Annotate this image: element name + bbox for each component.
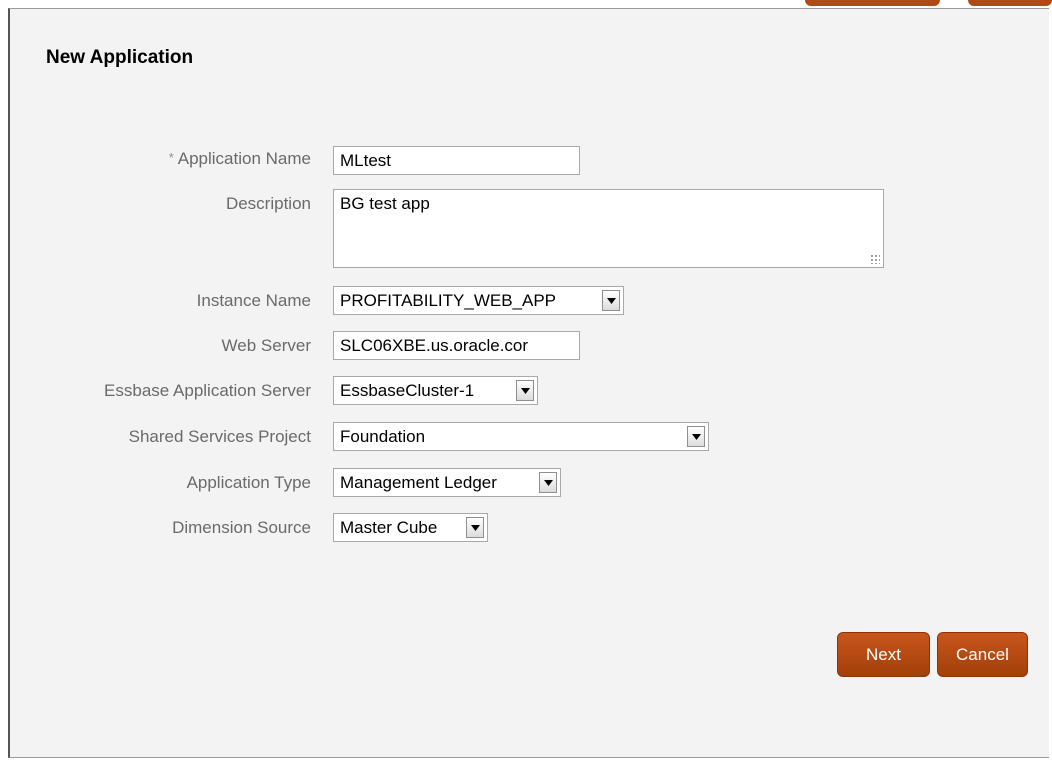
- application-type-label: Application Type: [186, 473, 311, 492]
- shared-services-project-select[interactable]: Foundation: [333, 422, 709, 451]
- cancel-button[interactable]: Cancel: [937, 632, 1028, 677]
- description-label: Description: [225, 194, 311, 213]
- chevron-down-icon[interactable]: [539, 472, 557, 493]
- essbase-server-select[interactable]: EssbaseCluster-1: [333, 376, 538, 405]
- dimension-source-value: Master Cube: [340, 517, 438, 537]
- web-server-input[interactable]: [333, 331, 580, 360]
- top-tab-decoration-1: [805, 0, 940, 6]
- application-type-value: Management Ledger: [340, 472, 497, 492]
- essbase-server-value: EssbaseCluster-1: [340, 380, 475, 400]
- web-server-label: Web Server: [221, 336, 311, 355]
- next-button[interactable]: Next: [837, 632, 930, 677]
- chevron-down-icon[interactable]: [516, 380, 534, 401]
- instance-name-select[interactable]: PROFITABILITY_WEB_APP: [333, 286, 624, 315]
- dimension-source-select[interactable]: Master Cube: [333, 513, 488, 542]
- resize-grip-icon[interactable]: [870, 254, 880, 264]
- description-textarea[interactable]: BG test app: [333, 189, 884, 268]
- description-wrapper: BG test app: [333, 189, 884, 268]
- application-name-label-text: Application Name: [177, 149, 311, 168]
- required-marker: *: [168, 150, 174, 165]
- application-type-select[interactable]: Management Ledger: [333, 468, 561, 497]
- application-name-label: * Application Name: [0, 149, 311, 169]
- dialog-title: New Application: [46, 47, 194, 68]
- instance-name-value: PROFITABILITY_WEB_APP: [340, 290, 557, 310]
- essbase-server-label: Essbase Application Server: [104, 381, 311, 400]
- application-name-input[interactable]: [333, 146, 580, 175]
- chevron-down-icon[interactable]: [602, 290, 620, 311]
- dimension-source-label: Dimension Source: [172, 518, 311, 537]
- shared-services-project-label: Shared Services Project: [128, 427, 311, 446]
- shared-services-project-value: Foundation: [340, 426, 426, 446]
- top-tab-decoration-2: [968, 0, 1052, 6]
- chevron-down-icon[interactable]: [466, 517, 484, 538]
- instance-name-label: Instance Name: [196, 291, 311, 310]
- chevron-down-icon[interactable]: [687, 426, 705, 447]
